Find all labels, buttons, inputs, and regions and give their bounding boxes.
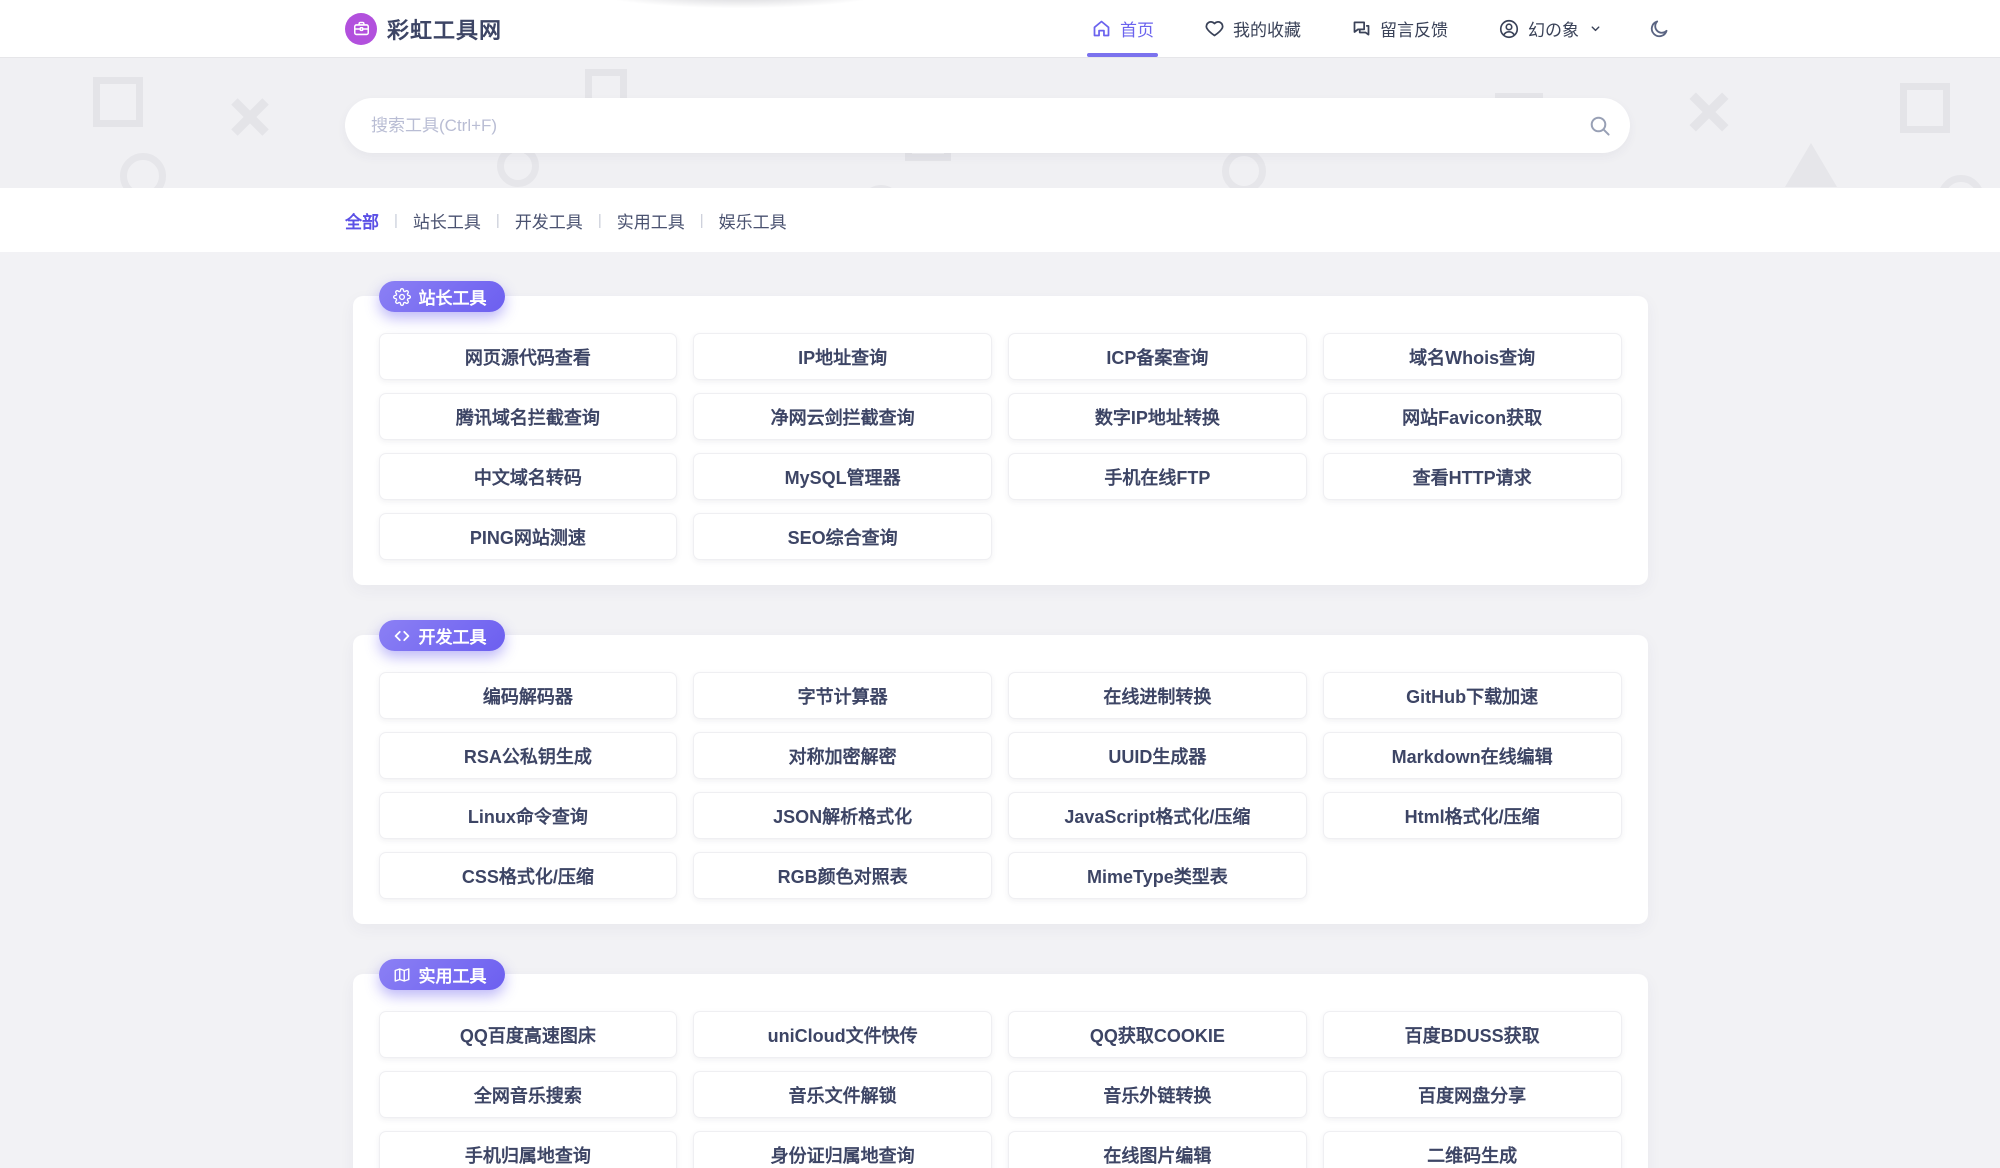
search-icon <box>1588 114 1612 138</box>
user-menu[interactable]: 幻の象 <box>1494 0 1606 57</box>
tool-button[interactable]: 身份证归属地查询 <box>693 1131 992 1168</box>
site-title: 彩虹工具网 <box>387 17 503 43</box>
tool-button[interactable]: Linux命令查询 <box>378 792 678 839</box>
tool-button[interactable]: MimeType类型表 <box>1008 852 1307 899</box>
feedback-icon <box>1351 18 1372 39</box>
tools-grid: 编码解码器 字节计算器 在线进制转换 GitHub下载加速 RSA公私钥生成 对称加密解密… <box>353 635 1648 924</box>
tool-button[interactable]: 字节计算器 <box>693 672 992 719</box>
chevron-down-icon <box>1589 22 1602 35</box>
tool-button[interactable]: 百度BDUSS获取 <box>1322 1011 1622 1058</box>
tool-button[interactable]: 全网音乐搜索 <box>378 1071 678 1118</box>
tool-button[interactable]: QQ百度高速图床 <box>378 1011 678 1058</box>
tool-button[interactable]: PING网站测速 <box>378 513 678 560</box>
tool-button[interactable]: 网页源代码查看 <box>378 333 678 380</box>
nav-item-home[interactable]: 首页 <box>1087 0 1158 57</box>
tool-button[interactable]: JSON解析格式化 <box>693 792 992 839</box>
section-utility-tools: 实用工具 QQ百度高速图床 uniCloud文件快传 QQ获取COOKIE 百度BDU… <box>352 959 1648 1168</box>
tool-button[interactable]: Markdown在线编辑 <box>1322 732 1622 779</box>
tool-button[interactable]: MySQL管理器 <box>693 453 992 500</box>
active-underline <box>1087 53 1158 57</box>
tools-grid: 网页源代码查看 IP地址查询 ICP备案查询 域名Whois查询腾讯域名拦截查询 净网云… <box>353 296 1648 585</box>
username: 幻の象 <box>1528 21 1579 40</box>
category-bar: 全部 | 站长工具 | 开发工具 | 实用工具 | 娱乐工具 <box>0 188 2000 252</box>
section-webmaster-tools: 站长工具 网页源代码查看 IP地址查询 ICP备案查询 域名Whois查询腾讯域名拦截… <box>352 281 1648 585</box>
moon-icon <box>1648 18 1670 40</box>
tool-button[interactable]: RGB颜色对照表 <box>693 852 992 899</box>
code-icon <box>393 627 411 645</box>
search-button[interactable] <box>1570 98 1630 153</box>
gear-icon <box>392 287 411 306</box>
tool-button[interactable]: RSA公私钥生成 <box>378 732 678 779</box>
main-content: 站长工具 网页源代码查看 IP地址查询 ICP备案查询 域名Whois查询腾讯域名拦截… <box>0 252 2000 1168</box>
tool-button[interactable]: SEO综合查询 <box>693 513 992 560</box>
tool-button[interactable]: 在线进制转换 <box>1008 672 1307 719</box>
tool-button[interactable]: 音乐文件解锁 <box>693 1071 992 1118</box>
hero-section <box>0 57 2000 188</box>
header: 彩虹工具网 首页 我的收藏 留言反馈 幻の象 <box>0 0 2000 57</box>
tool-button[interactable]: Html格式化/压缩 <box>1322 792 1622 839</box>
nav-item-label: 首页 <box>1120 21 1154 40</box>
tool-button[interactable]: 中文域名转码 <box>378 453 678 500</box>
category-separator: | <box>394 211 398 229</box>
tool-button[interactable]: 域名Whois查询 <box>1322 333 1622 380</box>
tool-button[interactable]: 净网云剑拦截查询 <box>693 393 992 440</box>
tool-button[interactable]: 音乐外链转换 <box>1008 1071 1307 1118</box>
section-title: 站长工具 <box>418 289 487 308</box>
tool-button[interactable]: IP地址查询 <box>693 333 992 380</box>
search-input[interactable] <box>345 115 1570 136</box>
main-nav: 首页 我的收藏 留言反馈 幻の象 <box>1045 0 1670 57</box>
section-badge: 站长工具 <box>378 281 505 312</box>
tool-button[interactable]: 手机归属地查询 <box>378 1131 678 1168</box>
tool-button[interactable]: 编码解码器 <box>378 672 678 719</box>
map-icon <box>393 966 411 984</box>
tool-button[interactable]: 查看HTTP请求 <box>1322 453 1622 500</box>
tool-button[interactable]: 二维码生成 <box>1322 1131 1622 1168</box>
category-separator: | <box>699 211 704 229</box>
home-icon <box>1091 18 1112 39</box>
tool-button[interactable]: UUID生成器 <box>1008 732 1307 779</box>
section-title: 开发工具 <box>418 628 487 647</box>
tool-button[interactable]: QQ获取COOKIE <box>1008 1011 1307 1058</box>
tool-button[interactable]: GitHub下载加速 <box>1322 672 1622 719</box>
tool-button[interactable]: uniCloud文件快传 <box>693 1011 992 1058</box>
category-entertainment[interactable]: 娱乐工具 <box>719 208 787 233</box>
tool-button[interactable]: 网站Favicon获取 <box>1322 393 1622 440</box>
section-badge: 实用工具 <box>378 959 505 990</box>
category-separator: | <box>597 211 602 229</box>
category-all[interactable]: 全部 <box>345 208 379 233</box>
tool-button[interactable]: JavaScript格式化/压缩 <box>1008 792 1307 839</box>
tool-button[interactable]: 在线图片编辑 <box>1008 1131 1307 1168</box>
theme-toggle-button[interactable] <box>1648 18 1670 40</box>
logo[interactable]: 彩虹工具网 <box>345 12 503 45</box>
search-bar <box>345 98 1630 153</box>
section-title: 实用工具 <box>418 967 487 986</box>
tools-grid: QQ百度高速图床 uniCloud文件快传 QQ获取COOKIE 百度BDUSS获取全… <box>353 974 1648 1168</box>
nav-item-favorites[interactable]: 我的收藏 <box>1200 0 1305 57</box>
nav-item-label: 我的收藏 <box>1233 21 1301 40</box>
tool-button[interactable]: 腾讯域名拦截查询 <box>378 393 678 440</box>
tool-button[interactable]: 数字IP地址转换 <box>1008 393 1307 440</box>
category-separator: | <box>495 211 500 229</box>
category-utility[interactable]: 实用工具 <box>617 208 685 233</box>
tool-button[interactable]: 百度网盘分享 <box>1322 1071 1622 1118</box>
tool-button[interactable]: CSS格式化/压缩 <box>378 852 678 899</box>
tool-button[interactable]: 对称加密解密 <box>693 732 992 779</box>
nav-item-feedback[interactable]: 留言反馈 <box>1347 0 1452 57</box>
user-icon <box>1498 18 1520 40</box>
tool-button[interactable]: ICP备案查询 <box>1008 333 1307 380</box>
section-dev-tools: 开发工具 编码解码器 字节计算器 在线进制转换 GitHub下载加速 RSA公私钥生成对… <box>352 620 1648 924</box>
toolbox-icon <box>345 12 377 45</box>
section-badge: 开发工具 <box>378 620 505 651</box>
heart-icon <box>1204 18 1225 39</box>
tool-button[interactable]: 手机在线FTP <box>1008 453 1307 500</box>
category-dev[interactable]: 开发工具 <box>515 208 583 233</box>
category-webmaster[interactable]: 站长工具 <box>413 208 481 233</box>
nav-item-label: 留言反馈 <box>1380 21 1448 40</box>
